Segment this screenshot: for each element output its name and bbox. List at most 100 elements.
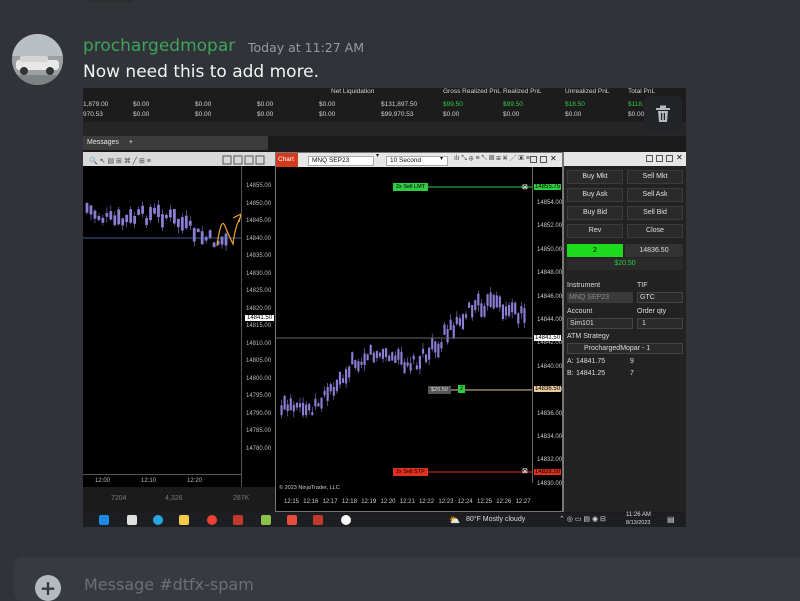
- close-icon[interactable]: ✕: [550, 154, 557, 163]
- telegram-icon[interactable]: [153, 515, 163, 525]
- message-input[interactable]: Message #dtfx-spam: [84, 575, 254, 594]
- position-qty-label[interactable]: 2: [458, 385, 466, 393]
- close-icon[interactable]: ✕: [676, 153, 683, 162]
- app-icon[interactable]: [261, 515, 271, 525]
- position-pnl-label[interactable]: $20.50: [428, 386, 451, 394]
- y-tick: 14848.00: [537, 270, 563, 277]
- chart-tools-icons[interactable]: ılı ⤡ ⊕ ≡ ↖ ▤ ⊞ ⌘ ╱ ▣ ≡: [454, 155, 530, 163]
- x-tick: 12:22: [419, 499, 435, 505]
- minimize-icon[interactable]: [646, 155, 653, 162]
- buy-bid-button[interactable]: Buy Bid: [567, 206, 623, 220]
- sell-stop-order-label[interactable]: 2x Sell STP: [393, 468, 428, 476]
- chrome-icon[interactable]: [207, 515, 217, 525]
- messages-tab[interactable]: Messages +: [83, 136, 268, 150]
- sell-mkt-button[interactable]: Sell Mkt: [627, 170, 683, 184]
- candle: [360, 361, 363, 365]
- image-attachment[interactable]: Net Liquidation Gross Realized PnL Reali…: [83, 88, 686, 527]
- atm-strategy-select[interactable]: ProchargedMopar - 1: [567, 343, 683, 354]
- interval-selector[interactable]: 10 Second: [386, 156, 448, 166]
- buy-ask-button[interactable]: Buy Ask: [567, 188, 623, 202]
- chart-tab[interactable]: Chart: [276, 153, 298, 167]
- instrument-field[interactable]: MNQ SEP23: [567, 292, 633, 303]
- message-author[interactable]: prochargedmopar: [83, 36, 235, 56]
- acct-cell: $99.50: [443, 101, 463, 108]
- account-select[interactable]: Sim101: [567, 318, 633, 329]
- candle: [495, 295, 498, 308]
- y-tick: 14855.00: [246, 183, 272, 189]
- candle: [351, 352, 354, 365]
- left-bottom-stats: 7204 4,326 287K: [83, 487, 275, 513]
- candle: [292, 404, 295, 412]
- position-qty: 2: [567, 244, 623, 257]
- maximize-icon[interactable]: [540, 156, 547, 163]
- order-qty-stepper[interactable]: 1: [637, 318, 683, 329]
- chevron-down-icon[interactable]: ▾: [376, 152, 379, 159]
- avatar[interactable]: [12, 34, 63, 85]
- candle: [391, 352, 394, 361]
- acct-cell: $131,897.50: [381, 101, 418, 108]
- candle: [508, 305, 511, 316]
- add-attachment-button[interactable]: +: [35, 575, 61, 601]
- instrument-selector[interactable]: MNQ SEP23: [308, 156, 374, 166]
- candle: [452, 325, 455, 338]
- sell-bid-button[interactable]: Sell Bid: [627, 206, 683, 220]
- candle: [511, 302, 514, 313]
- message-content: Now need this to add more.: [83, 62, 320, 82]
- main-chart-window[interactable]: Chart MNQ SEP23 ▾ 10 Second ▾ ılı ⤡ ⊕ ≡ …: [275, 152, 563, 512]
- candle: [204, 236, 208, 241]
- candle: [378, 352, 382, 357]
- buy-mkt-button[interactable]: Buy Mkt: [567, 170, 623, 184]
- acct-cell: $0.00: [195, 101, 212, 108]
- candle: [105, 213, 109, 217]
- account-summary-bar: Net Liquidation Gross Realized PnL Reali…: [83, 88, 686, 122]
- x-tick: 12:25: [477, 499, 493, 505]
- left-chart-toolbar[interactable]: 🔍 ↖ ▤ ⊞ ⌘ ╱ ⊞ ≡: [83, 152, 275, 166]
- y-tick: 14780.00: [246, 445, 272, 452]
- app-icon[interactable]: [313, 515, 323, 525]
- acct-cell: $0.00: [195, 111, 212, 118]
- acct-cell: $99.50: [503, 101, 523, 108]
- sell-ask-button[interactable]: Sell Ask: [627, 188, 683, 202]
- candle: [514, 302, 517, 315]
- clock-time[interactable]: 11:26 AM: [626, 512, 651, 518]
- close-button[interactable]: Close: [627, 224, 683, 238]
- candle: [341, 378, 345, 383]
- acct-cell: 1,879.00: [83, 101, 109, 108]
- tif-select[interactable]: GTC: [637, 292, 683, 303]
- cancel-order-icon[interactable]: ⊠: [522, 467, 528, 475]
- minimize-icon[interactable]: [530, 156, 537, 163]
- weather-text[interactable]: 80°F Mostly cloudy: [466, 516, 525, 523]
- app-icon[interactable]: [287, 515, 297, 525]
- candle: [326, 386, 329, 401]
- chevron-down-icon[interactable]: ▾: [440, 155, 443, 162]
- acct-cell: $18.50: [565, 101, 585, 108]
- sell-limit-order-label[interactable]: 2x Sell LMT: [393, 183, 429, 191]
- delete-attachment-button[interactable]: [644, 96, 682, 132]
- maximize-icon[interactable]: [666, 155, 673, 162]
- panel-toolbar: ✕: [564, 152, 686, 166]
- app-icon[interactable]: [127, 515, 137, 525]
- sell-stop-price: 14828.50: [534, 469, 562, 475]
- y-tick: 14805.00: [246, 358, 272, 364]
- restore-icon[interactable]: [656, 155, 663, 162]
- add-tab-icon[interactable]: +: [129, 139, 133, 146]
- cancel-order-icon[interactable]: ⊠: [522, 183, 528, 191]
- candle: [323, 390, 326, 396]
- messages-tab-label: Messages: [87, 139, 119, 146]
- acct-cell: $0.00: [319, 111, 336, 118]
- clock-date[interactable]: 8/13/2023: [626, 520, 650, 526]
- main-chart-plot[interactable]: 2x Sell LMT ⊠ $20.50 2 2x Sell STP ⊠: [276, 167, 532, 483]
- folder-icon[interactable]: [179, 515, 189, 525]
- rev-button[interactable]: Rev: [567, 224, 623, 238]
- notification-icon[interactable]: ▤: [667, 515, 675, 524]
- main-chart-toolbar[interactable]: Chart MNQ SEP23 ▾ 10 Second ▾ ılı ⤡ ⊕ ≡ …: [276, 153, 562, 167]
- bid-price: 14841.25: [576, 370, 606, 377]
- ninjatrader-icon[interactable]: [233, 515, 243, 525]
- system-tray-icons[interactable]: ⌃ ◎ ▭ ▤ ◉ ⊟: [559, 515, 606, 523]
- candle: [212, 242, 216, 248]
- media-player-icon[interactable]: [341, 515, 351, 525]
- candle: [335, 379, 338, 391]
- explorer-icon[interactable]: [99, 515, 109, 525]
- candle: [431, 338, 434, 350]
- candle: [517, 313, 520, 324]
